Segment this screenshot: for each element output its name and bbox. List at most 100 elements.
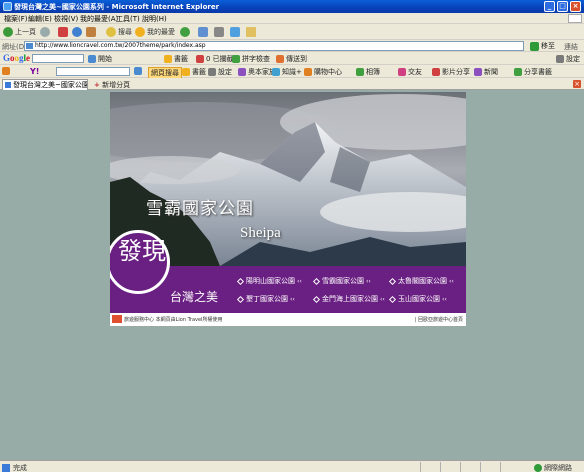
forward-arrow-icon	[40, 27, 50, 37]
home-button[interactable]	[86, 26, 98, 38]
close-tab-icon[interactable]: ×	[573, 80, 581, 88]
search-icon	[134, 67, 142, 75]
media-icon	[180, 27, 190, 37]
menu-help[interactable]: 說明(H)	[142, 14, 167, 24]
media-button[interactable]	[180, 26, 192, 38]
stop-button[interactable]	[58, 26, 70, 38]
edit-icon	[230, 27, 240, 37]
yahoo-search-input[interactable]	[56, 67, 130, 76]
yahoo-toolbar: Y! 網頁搜尋 書籤 設定 奧本家族 知識+ 購物中心 相簿 交友 影片分享 新…	[0, 65, 584, 79]
diamond-icon	[236, 295, 245, 303]
mail-button[interactable]	[198, 26, 210, 38]
go-button[interactable]: 移至	[530, 41, 555, 51]
google-settings-button[interactable]: 設定	[556, 54, 580, 64]
yahoo-link-shopping[interactable]: 購物中心	[304, 67, 342, 77]
gear-icon	[208, 68, 216, 76]
google-logo: Google	[3, 53, 31, 63]
lion-logo-icon	[112, 315, 122, 323]
ie-icon	[3, 2, 12, 11]
stop-icon	[58, 27, 68, 37]
refresh-icon	[72, 27, 82, 37]
yahoo-link-knowledge[interactable]: 知識+	[272, 67, 302, 77]
park-link-kinmen-marine[interactable]: 金門海上國家公園 ‹‹	[312, 294, 385, 304]
park-link-taroko[interactable]: 太魯閣國家公園 ‹‹	[388, 276, 454, 286]
star-icon	[135, 27, 145, 37]
folder-button[interactable]	[246, 26, 258, 38]
menu-tools[interactable]: 工具(T)	[116, 14, 140, 24]
status-divider	[480, 462, 481, 472]
minimize-button[interactable]: _	[544, 1, 555, 12]
address-input[interactable]: http://www.lioncravel.com.tw/2007theme/p…	[24, 41, 524, 51]
status-text: 完成	[2, 463, 27, 472]
edit-button[interactable]	[230, 26, 242, 38]
search-button[interactable]: 搜尋	[106, 26, 132, 38]
send-to-button[interactable]: 傳送到	[276, 54, 307, 64]
address-bar: 網址(D) http://www.lioncravel.com.tw/2007t…	[0, 40, 584, 52]
favorites-button[interactable]: 我的最愛	[135, 26, 175, 38]
security-zone: 網際網路	[534, 463, 572, 472]
go-arrow-icon	[530, 41, 539, 51]
home-link[interactable]: | 回歐亞旅遊中心首頁	[415, 316, 463, 323]
yahoo-logo[interactable]: Y!	[30, 67, 39, 76]
close-button[interactable]: ×	[570, 1, 581, 12]
menu-favorites[interactable]: 我的最愛(A)	[80, 14, 118, 24]
yahoo-link-family[interactable]: 奧本家族	[238, 67, 276, 77]
banner-footer: 旅遊服務中心 本網頁由Lion Travel所權使用 | 回歐亞旅遊中心首頁	[110, 312, 466, 326]
new-tab-button[interactable]: + 新增分頁	[94, 80, 130, 90]
yahoo-search-button[interactable]	[134, 67, 144, 75]
park-banner: 雪霸國家公園 Sheipa 陽明山國家公園 ‹‹ 雪霸國家公園 ‹‹ 太魯閣國家公園…	[110, 92, 466, 326]
yahoo-link-news[interactable]: 新聞	[474, 67, 498, 77]
tab-active[interactable]: 發現台灣之美~國家公園系列	[2, 79, 88, 90]
album-icon	[356, 68, 364, 76]
links-button[interactable]: 連結	[564, 42, 578, 52]
title-bar: 發現台灣之美~國家公園系列 - Microsoft Internet Explo…	[0, 0, 584, 13]
park-link-sheipa[interactable]: 雪霸國家公園 ‹‹	[312, 276, 371, 286]
dating-icon	[398, 68, 406, 76]
standard-toolbar: 上一頁 搜尋 我的最愛	[0, 24, 584, 40]
share-icon	[514, 68, 522, 76]
print-button[interactable]	[214, 26, 226, 38]
badge-subtitle: 台灣之美	[170, 290, 219, 304]
back-arrow-icon	[3, 27, 13, 37]
maximize-button[interactable]: □	[557, 1, 568, 12]
mail-icon	[198, 27, 208, 37]
menu-file[interactable]: 檔案(F)	[4, 14, 28, 24]
yahoo-link-share[interactable]: 分享書籤	[514, 67, 552, 77]
park-link-yushan[interactable]: 玉山國家公園 ‹‹	[388, 294, 447, 304]
refresh-button[interactable]	[72, 26, 84, 38]
status-bar: 完成 網際網路	[0, 460, 584, 472]
badge-text: 發現	[118, 237, 166, 265]
news-icon	[474, 68, 482, 76]
globe-icon	[534, 464, 542, 472]
plus-icon: +	[94, 81, 100, 89]
favicon-icon	[5, 82, 11, 88]
bookmark-icon	[182, 68, 190, 76]
yahoo-settings-button[interactable]: 設定	[208, 67, 232, 77]
google-search-input[interactable]	[32, 54, 84, 63]
yahoo-bookmarks-button[interactable]: 書籤	[182, 67, 206, 77]
toolbar-menu-button[interactable]	[2, 67, 12, 75]
park-link-yangmingshan[interactable]: 陽明山國家公園 ‹‹	[236, 276, 302, 286]
yahoo-link-dating[interactable]: 交友	[398, 67, 422, 77]
folder-icon	[246, 27, 256, 37]
shopping-icon	[304, 68, 312, 76]
spell-check-button[interactable]: 拼字檢查	[232, 54, 270, 64]
popup-blocker-button[interactable]: 0 已攔截	[196, 54, 234, 64]
address-url: http://www.lioncravel.com.tw/2007theme/p…	[35, 42, 206, 49]
forward-button[interactable]	[40, 26, 52, 38]
back-button[interactable]: 上一頁	[3, 26, 36, 38]
windows-logo-icon	[568, 14, 582, 23]
menu-bar: 檔案(F) 編輯(E) 檢視(V) 我的最愛(A) 工具(T) 說明(H)	[0, 13, 584, 24]
menu-edit[interactable]: 編輯(E)	[28, 14, 52, 24]
yahoo-link-video[interactable]: 影片分享	[432, 67, 470, 77]
google-bookmarks-button[interactable]: 書籤	[164, 54, 188, 64]
blocker-icon	[196, 55, 204, 63]
yahoo-link-album[interactable]: 相簿	[356, 67, 380, 77]
menu-view[interactable]: 檢視(V)	[54, 14, 78, 24]
google-go-button[interactable]: 開始	[88, 54, 112, 64]
tab-bar: 發現台灣之美~國家公園系列 + 新增分頁 ×	[0, 78, 584, 90]
park-link-kenting[interactable]: 墾丁國家公園 ‹‹	[236, 294, 295, 304]
status-divider	[420, 462, 421, 472]
page-icon	[26, 43, 33, 49]
park-title-zh: 雪霸國家公園	[146, 199, 254, 219]
